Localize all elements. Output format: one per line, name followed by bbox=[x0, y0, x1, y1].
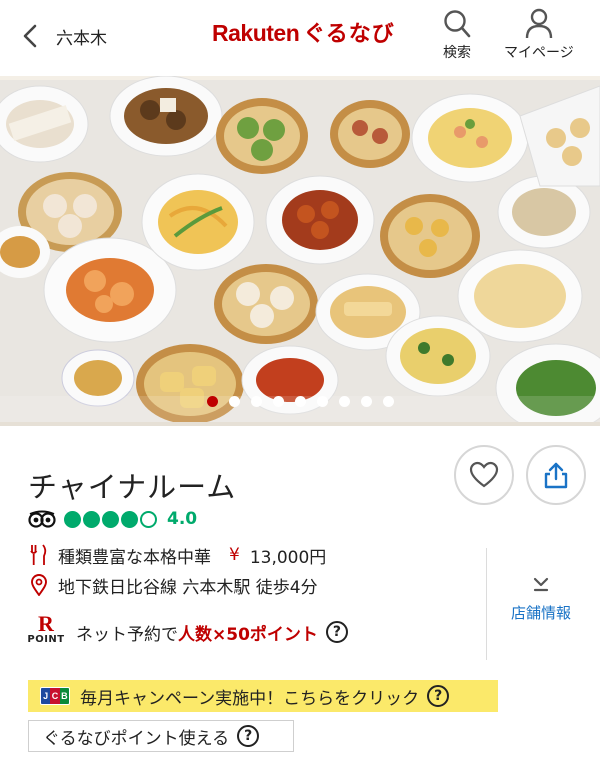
user-icon bbox=[525, 8, 553, 39]
rakuten-point-badge: R POINT bbox=[26, 611, 66, 646]
carousel-dot[interactable] bbox=[316, 396, 328, 407]
favorite-button[interactable] bbox=[454, 445, 514, 505]
area-label[interactable]: 六本木 bbox=[56, 24, 107, 49]
mypage-label: マイページ bbox=[504, 45, 574, 61]
gurunavi-points-label: ぐるなびポイント使える bbox=[43, 728, 230, 749]
rakuten-gurunavi-logo[interactable]: Rakuten ぐるなび bbox=[212, 16, 395, 48]
rating-bubble bbox=[64, 510, 81, 528]
cuisine-text: 種類豊富な本格中華 bbox=[58, 547, 211, 568]
jcb-logo-icon: J C B bbox=[40, 687, 70, 705]
search-icon bbox=[444, 10, 471, 38]
jcb-campaign-banner[interactable]: J C B 毎月キャンペーン実施中！こちらをクリック ? bbox=[28, 680, 498, 712]
carousel-dot[interactable] bbox=[360, 396, 372, 407]
carousel-dot[interactable] bbox=[338, 396, 350, 407]
restaurant-name: チャイナルーム bbox=[28, 470, 237, 504]
section-divider bbox=[0, 422, 600, 426]
rating-bubble bbox=[140, 510, 157, 528]
store-info-label: 店舗情報 bbox=[510, 604, 571, 622]
reserve-prefix: ネット予約で bbox=[76, 624, 178, 645]
share-button[interactable] bbox=[526, 445, 586, 505]
carousel-dot[interactable] bbox=[272, 396, 284, 407]
search-button[interactable]: 検索 bbox=[442, 8, 472, 62]
mypage-button[interactable]: マイページ bbox=[504, 8, 574, 62]
access-text: 地下鉄日比谷線 六本木駅 徒歩4分 bbox=[58, 577, 318, 598]
yen-icon: ¥ bbox=[229, 545, 240, 565]
store-info-button[interactable]: 店舗情報 bbox=[496, 574, 586, 623]
price-text: 13,000円 bbox=[249, 547, 327, 568]
jcb-j: J bbox=[41, 688, 51, 704]
point-r-letter: R bbox=[38, 611, 54, 636]
carousel-dot[interactable] bbox=[228, 396, 240, 407]
gurunavi-points-button[interactable]: ぐるなびポイント使える ? bbox=[28, 720, 294, 752]
rating-bubbles bbox=[64, 510, 159, 528]
jcb-b: B bbox=[59, 688, 69, 704]
top-header: 六本木 Rakuten ぐるなび 検索 マイページ bbox=[0, 0, 600, 76]
carousel-indicator bbox=[0, 396, 600, 410]
logo-rakuten-text: Rakuten bbox=[212, 20, 300, 46]
jcb-c: C bbox=[50, 688, 60, 704]
logo-gurunavi-text: ぐるなび bbox=[303, 22, 395, 47]
help-icon[interactable]: ? bbox=[237, 725, 260, 747]
fork-knife-icon bbox=[30, 544, 47, 565]
carousel-dot[interactable] bbox=[250, 396, 262, 407]
help-icon[interactable]: ? bbox=[325, 621, 348, 643]
tripadvisor-owl-icon bbox=[28, 510, 56, 528]
location-pin-icon bbox=[31, 574, 47, 596]
rating-bubble bbox=[102, 510, 119, 528]
restaurant-photo-carousel[interactable] bbox=[0, 76, 600, 422]
rating-bubble bbox=[83, 510, 100, 528]
vertical-divider bbox=[486, 548, 487, 660]
rating-bubble bbox=[121, 510, 138, 528]
search-label: 検索 bbox=[443, 45, 471, 61]
help-icon[interactable]: ? bbox=[427, 685, 450, 707]
point-text: POINT bbox=[27, 634, 65, 645]
rating-value: 4.0 bbox=[167, 509, 198, 529]
tripadvisor-rating[interactable]: 4.0 bbox=[28, 508, 197, 530]
heart-icon bbox=[469, 461, 499, 488]
reserve-highlight: 人数×50ポイント bbox=[178, 624, 318, 645]
carousel-dot[interactable] bbox=[382, 396, 394, 407]
share-icon bbox=[544, 462, 568, 489]
access-line: 地下鉄日比谷線 六本木駅 徒歩4分 bbox=[28, 574, 318, 598]
cuisine-line: 種類豊富な本格中華 ¥ 13,000円 bbox=[28, 544, 327, 568]
dim-sum-photo bbox=[0, 76, 600, 422]
carousel-dot[interactable] bbox=[206, 396, 218, 407]
reserve-points-line: ネット予約で 人数×50ポイント ? bbox=[76, 620, 348, 645]
back-arrow-icon[interactable] bbox=[18, 22, 44, 50]
carousel-dot[interactable] bbox=[294, 396, 306, 407]
banner-text: 毎月キャンペーン実施中！こちらをクリック bbox=[80, 688, 420, 709]
chevron-down-icon bbox=[533, 577, 549, 592]
